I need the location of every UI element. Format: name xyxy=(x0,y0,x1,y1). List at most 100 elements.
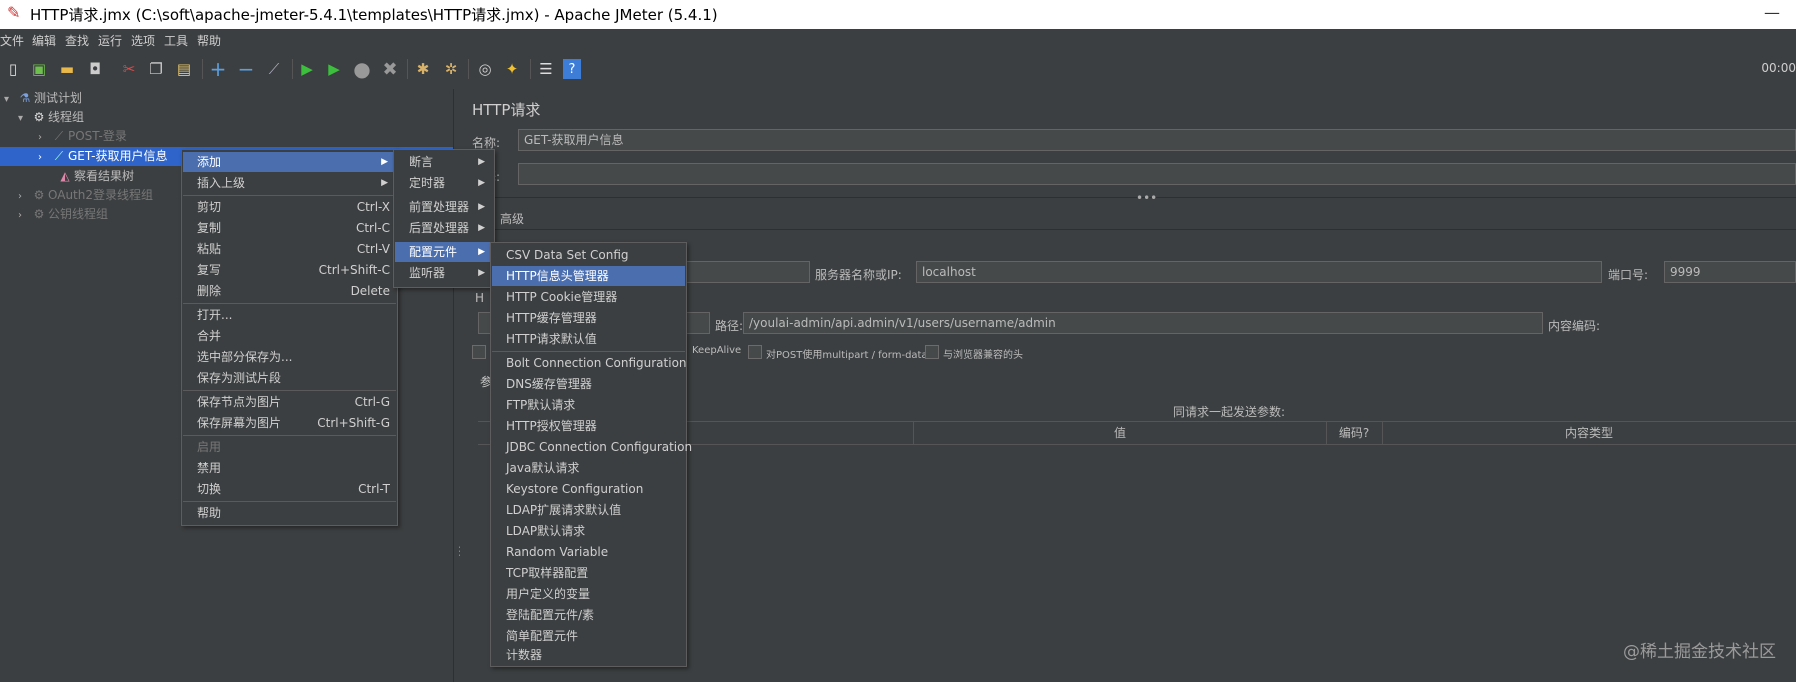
config-item-random-variable[interactable]: Random Variable xyxy=(492,542,685,562)
menu-options[interactable]: 选项 xyxy=(131,32,155,49)
function-helper-icon[interactable]: ☰ xyxy=(535,58,557,80)
menu-item-save-fragment[interactable]: 保存为测试片段 xyxy=(183,368,396,388)
templates-icon[interactable]: ▣ xyxy=(28,58,50,80)
tree-item-test-plan[interactable]: ▾ ⚗ 测试计划 xyxy=(4,89,82,108)
submenu-item-config-element[interactable]: 配置元件 ▶ xyxy=(395,242,493,262)
collapse-dots-icon[interactable]: ••• xyxy=(1136,191,1157,205)
config-item-user-variables[interactable]: 用户定义的变量 xyxy=(492,584,685,604)
menu-tools[interactable]: 工具 xyxy=(164,32,188,49)
clear-icon[interactable]: ✱ xyxy=(412,58,434,80)
menu-item-cut[interactable]: 剪切 Ctrl-X xyxy=(183,197,396,217)
menu-item-add[interactable]: 添加 ▶ xyxy=(183,152,396,172)
tree-item-pubkey-group[interactable]: › ⚙ 公钥线程组 xyxy=(18,205,108,224)
menu-item-toggle[interactable]: 切换 Ctrl-T xyxy=(183,479,396,499)
config-item-bolt[interactable]: Bolt Connection Configuration xyxy=(492,353,687,373)
config-item-request-defaults[interactable]: HTTP请求默认值 xyxy=(492,329,685,349)
params-title: 同请求一起发送参数: xyxy=(1173,405,1286,419)
server-field[interactable]: localhost xyxy=(916,261,1602,283)
multipart-checkbox[interactable] xyxy=(748,345,762,359)
http-request-section: H xyxy=(475,291,485,305)
config-item-keystore[interactable]: Keystore Configuration xyxy=(492,479,685,499)
submenu-item-preprocessor[interactable]: 前置处理器 ▶ xyxy=(395,197,493,217)
save-icon[interactable]: ◘ xyxy=(84,58,106,80)
menu-help[interactable]: 帮助 xyxy=(197,32,221,49)
menu-item-save-node-image[interactable]: 保存节点为图片 Ctrl-G xyxy=(183,392,396,412)
server-label: 服务器名称或IP: xyxy=(815,268,902,282)
collapse-icon[interactable]: − xyxy=(235,57,257,81)
config-item-dns-cache[interactable]: DNS缓存管理器 xyxy=(492,374,685,394)
submenu-item-timer[interactable]: 定时器 ▶ xyxy=(395,173,493,193)
new-icon[interactable]: ▯ xyxy=(2,58,24,80)
redirect-checkbox[interactable] xyxy=(472,345,486,359)
tree-item-post-login[interactable]: › ⟋ POST-登录 xyxy=(38,127,127,146)
config-item-cache-manager[interactable]: HTTP缓存管理器 xyxy=(492,308,685,328)
menu-file[interactable]: 文件 xyxy=(0,32,24,49)
path-field[interactable]: /youlai-admin/api.admin/v1/users/usernam… xyxy=(743,312,1543,334)
start-no-pause-icon[interactable]: ▶ xyxy=(323,58,345,80)
config-item-java-defaults[interactable]: Java默认请求 xyxy=(492,458,685,478)
menu-item-enable[interactable]: 启用 xyxy=(183,437,396,457)
menu-item-open[interactable]: 打开... xyxy=(183,305,396,325)
column-value[interactable]: 值 xyxy=(914,422,1327,444)
paste-icon[interactable]: ▤ xyxy=(173,58,195,80)
expand-icon[interactable]: + xyxy=(207,57,229,81)
submenu-item-listener[interactable]: 监听器 ▶ xyxy=(395,263,493,283)
menu-item-duplicate[interactable]: 复写 Ctrl+Shift-C xyxy=(183,260,396,280)
toggle-icon[interactable]: ⟋ xyxy=(263,58,285,80)
cut-icon[interactable]: ✂ xyxy=(118,58,140,80)
menu-run[interactable]: 运行 xyxy=(98,32,122,49)
submenu-item-assertion[interactable]: 断言 ▶ xyxy=(395,152,493,172)
config-item-jdbc[interactable]: JDBC Connection Configuration xyxy=(492,437,692,457)
menu-item-insert-parent[interactable]: 插入上级 ▶ xyxy=(183,173,396,193)
tab-advanced[interactable]: 高级 xyxy=(500,210,524,227)
help-icon[interactable]: ? xyxy=(563,59,581,79)
menu-search[interactable]: 查找 xyxy=(65,32,89,49)
path-label: 路径: xyxy=(715,319,744,333)
pipette-icon: ⟋ xyxy=(54,129,64,143)
menu-item-copy[interactable]: 复制 Ctrl-C xyxy=(183,218,396,238)
submenu-item-postprocessor[interactable]: 后置处理器 ▶ xyxy=(395,218,493,238)
toolbar: ▯ ▣ ▬ ◘ ✂ ❐ ▤ + − ⟋ ▶ ▶ ● ✖ ✱ ✲ ◎ ✦ ☰ ? … xyxy=(0,49,1796,90)
config-item-simple-config[interactable]: 简单配置元件 xyxy=(492,626,685,646)
tree-item-thread-group[interactable]: ▾ ⚙ 线程组 xyxy=(18,108,84,127)
config-item-header-manager[interactable]: HTTP信息头管理器 xyxy=(492,266,685,286)
copy-icon[interactable]: ❐ xyxy=(145,58,167,80)
page-title: HTTP请求 xyxy=(472,101,541,119)
tree-item-oauth2-group[interactable]: › ⚙ OAuth2登录线程组 xyxy=(18,186,153,205)
browser-headers-checkbox[interactable] xyxy=(925,345,939,359)
menu-item-save-selection[interactable]: 选中部分保存为... xyxy=(183,347,396,367)
menu-item-save-screen-image[interactable]: 保存屏幕为图片 Ctrl+Shift-G xyxy=(183,413,396,433)
menu-item-disable[interactable]: 禁用 xyxy=(183,458,396,478)
menu-item-delete[interactable]: 删除 Delete xyxy=(183,281,396,301)
config-item-login-config[interactable]: 登陆配置元件/素 xyxy=(492,605,685,625)
open-icon[interactable]: ▬ xyxy=(56,58,78,80)
column-content-type[interactable]: 内容类型 xyxy=(1382,422,1796,444)
menu-edit[interactable]: 编辑 xyxy=(32,32,56,49)
clear-all-icon[interactable]: ✲ xyxy=(440,58,462,80)
menu-item-help[interactable]: 帮助 xyxy=(183,503,396,523)
gear-icon: ⚙ xyxy=(33,188,45,202)
config-item-cookie-manager[interactable]: HTTP Cookie管理器 xyxy=(492,287,685,307)
config-item-ftp-defaults[interactable]: FTP默认请求 xyxy=(492,395,685,415)
config-item-ldap-ext-defaults[interactable]: LDAP扩展请求默认值 xyxy=(492,500,685,520)
comment-field[interactable] xyxy=(518,163,1796,185)
shutdown-icon[interactable]: ✖ xyxy=(379,58,401,80)
stop-icon[interactable]: ● xyxy=(351,57,373,81)
config-item-csv[interactable]: CSV Data Set Config xyxy=(492,245,685,265)
config-item-tcp-config[interactable]: TCP取样器配置 xyxy=(492,563,685,583)
column-encode[interactable]: 编码? xyxy=(1326,422,1383,444)
start-icon[interactable]: ▶ xyxy=(296,58,318,80)
tree-item-results-tree[interactable]: ◭ 察看结果树 xyxy=(56,167,134,186)
menu-item-paste[interactable]: 粘贴 Ctrl-V xyxy=(183,239,396,259)
title-bar: ✎ HTTP请求.jmx (C:\soft\apache-jmeter-5.4.… xyxy=(0,0,1796,29)
minimize-button[interactable]: — xyxy=(1764,3,1780,22)
pipette-icon: ⟋ xyxy=(54,149,64,163)
search-icon[interactable]: ◎ xyxy=(474,58,496,80)
port-field[interactable]: 9999 xyxy=(1664,261,1796,283)
reset-search-icon[interactable]: ✦ xyxy=(501,58,523,80)
config-item-ldap-defaults[interactable]: LDAP默认请求 xyxy=(492,521,685,541)
config-item-counter[interactable]: 计数器 xyxy=(492,647,685,664)
menu-item-merge[interactable]: 合并 xyxy=(183,326,396,346)
name-field[interactable]: GET-获取用户信息 xyxy=(518,129,1796,151)
config-item-auth-manager[interactable]: HTTP授权管理器 xyxy=(492,416,685,436)
